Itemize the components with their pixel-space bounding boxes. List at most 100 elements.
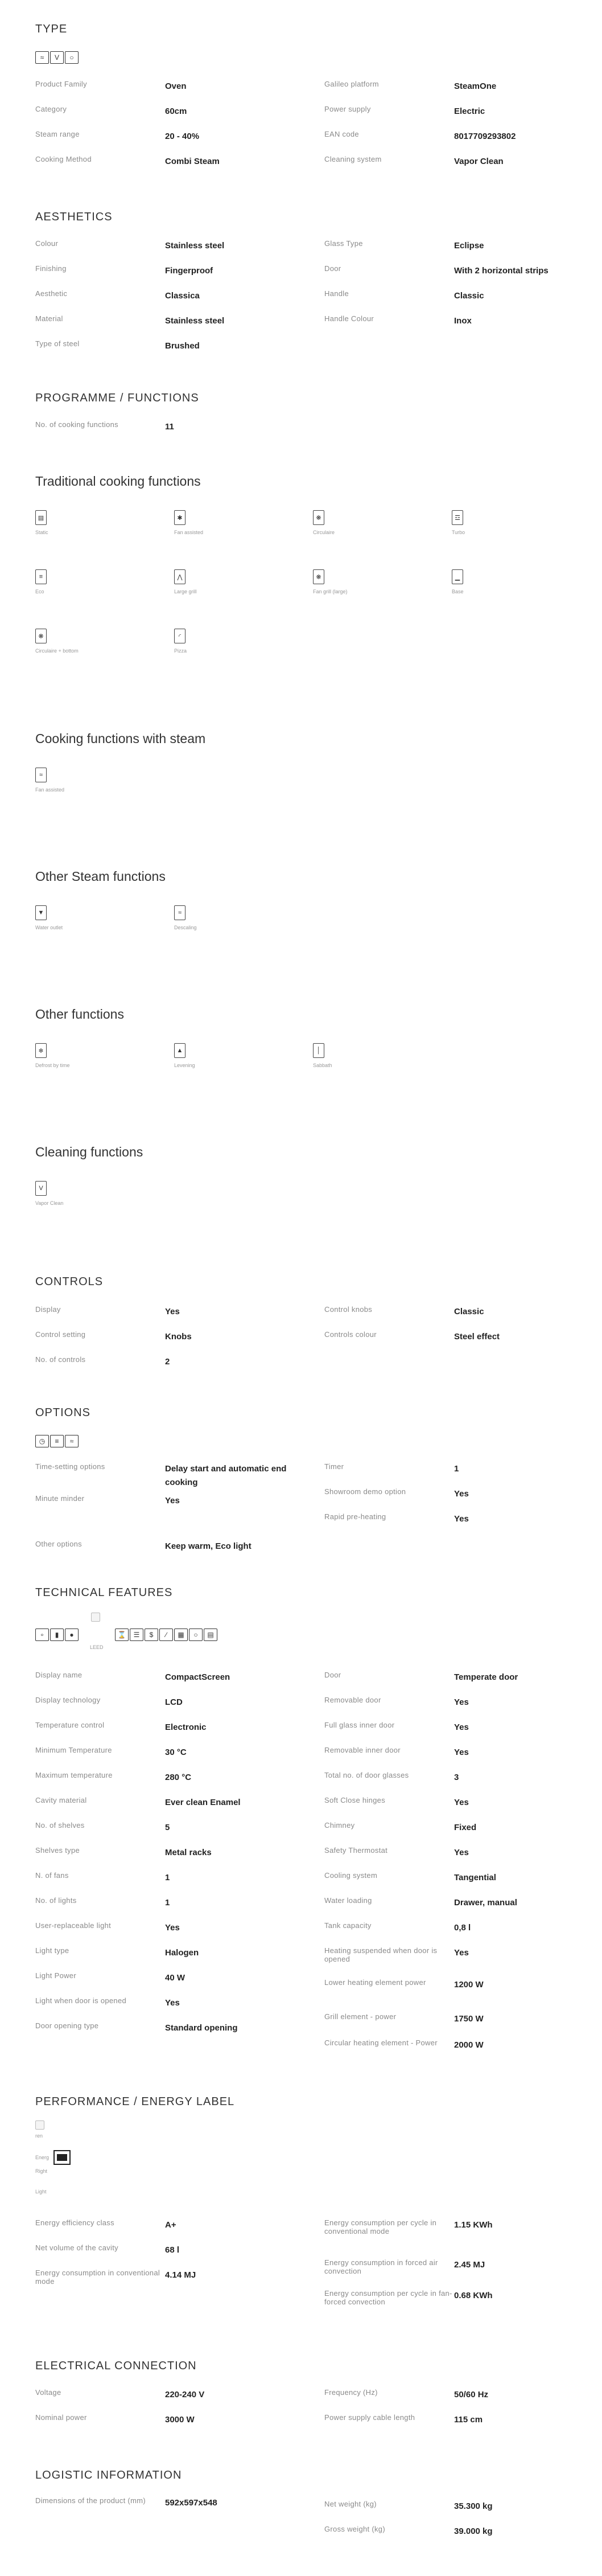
spec-row: EAN code 8017709293802 <box>324 130 516 141</box>
spec-row: Time-setting options Delay start and auto… <box>35 1462 287 1487</box>
pizza-icon: ◜ <box>174 629 185 643</box>
section-title-traditional: Traditional cooking functions <box>35 474 201 489</box>
circulaire-bottom-icon: ❋ <box>35 629 47 643</box>
spec-row: Power supply Electric <box>324 105 485 116</box>
spec-row: Finishing Fingerproof <box>35 264 213 276</box>
section-title-aesthetics: AESTHETICS <box>35 211 113 223</box>
spec-row: Other options Keep warm, Eco light <box>35 1540 251 1551</box>
temperature-icon: ∘ <box>35 1629 49 1641</box>
eclipse-icon: ○ <box>65 51 79 64</box>
spec-row: Light when door is opened Yes <box>35 1996 180 2008</box>
spec-row: Display technology LCD <box>35 1696 183 1707</box>
fan-assisted-icon: ✱ <box>174 510 185 525</box>
spec-row: Cavity material Ever clean Enamel <box>35 1796 241 1807</box>
spec-row: No. of cooking functions 11 <box>35 420 174 432</box>
spec-row: Minute minder Yes <box>35 1494 180 1506</box>
image-caption: LEED <box>90 1644 104 1650</box>
function-item: ◜ Pizza <box>174 629 288 654</box>
function-item: ▼ Water outlet <box>35 905 149 930</box>
spec-row: Handle Colour Inox <box>324 314 472 326</box>
function-item: ❄ Defrost by time <box>35 1043 149 1068</box>
spec-row: Display Yes <box>35 1305 180 1316</box>
spec-row: Energy consumption in conventional mode 4… <box>35 2269 196 2286</box>
spec-row: Cooking Method Combi Steam <box>35 155 220 166</box>
spec-row: User-replaceable light Yes <box>35 1921 180 1933</box>
function-item: ❋ Circulaire <box>313 510 427 535</box>
options-icon-row: ◷ ≡ ≈ <box>35 1435 79 1447</box>
spec-row: Heating suspended when door is opened Yes <box>324 1946 469 1963</box>
steam-icon: ≈ <box>35 51 49 64</box>
section-title-technical: TECHNICAL FEATURES <box>35 1586 173 1599</box>
spec-row: Product Family Oven <box>35 80 187 91</box>
spec-row: Grill element - power 1750 W <box>324 2012 484 2024</box>
spec-row: Maximum temperature 280 °C <box>35 1771 192 1782</box>
spec-row: Handle Classic <box>324 289 484 301</box>
spec-row: Temperature control Electronic <box>35 1721 207 1732</box>
spec-row: Cooling system Tangential <box>324 1871 496 1882</box>
spec-row: Showroom demo option Yes <box>324 1487 469 1499</box>
function-item: ▁ Base <box>452 569 566 594</box>
timer-icon: ◷ <box>35 1435 49 1447</box>
base-icon: ▁ <box>452 569 463 584</box>
spec-row: Energy consumption per cycle in conventi… <box>324 2218 493 2235</box>
eco-icon: ≡ <box>35 569 47 584</box>
spec-row: Glass Type Eclipse <box>324 239 484 251</box>
lcd-icon: ▦ <box>174 1629 188 1641</box>
spec-row: Frequency (Hz) 50/60 Hz <box>324 2388 489 2399</box>
section-title-type: TYPE <box>35 23 68 35</box>
handle-icon: ▤ <box>204 1629 217 1641</box>
spec-row: No. of lights 1 <box>35 1896 170 1908</box>
vapor-clean-icon: V <box>35 1181 47 1196</box>
spec-row: Removable inner door Yes <box>324 1746 469 1757</box>
spec-row: Tank capacity 0,8 l <box>324 1921 471 1933</box>
spec-row: Control knobs Classic <box>324 1305 484 1316</box>
showroom-icon: ≡ <box>50 1435 64 1447</box>
hinges-icon: ∕ <box>159 1629 173 1641</box>
vapor-clean-icon: V <box>50 51 64 64</box>
turbo-icon: ☲ <box>452 510 463 525</box>
large-grill-icon: ⋀ <box>174 569 185 584</box>
fan-icon: $ <box>145 1629 158 1641</box>
function-item: ☲ Turbo <box>452 510 566 535</box>
spec-row: Soft Close hinges Yes <box>324 1796 469 1807</box>
function-item: ⋀ Large grill <box>174 569 288 594</box>
spec-row: Galileo platform SteamOne <box>324 80 497 91</box>
cavity-icon: ○ <box>189 1629 203 1641</box>
section-title-performance: PERFORMANCE / ENERGY LABEL <box>35 2095 235 2108</box>
spec-row: Door Temperate door <box>324 1671 518 1682</box>
spec-row: Rapid pre-heating Yes <box>324 1512 469 1524</box>
energy-label-caption: Energ <box>35 2155 50 2160</box>
function-item: V Vapor Clean <box>35 1181 149 1206</box>
spec-row: Chimney Fixed <box>324 1821 477 1832</box>
spec-row: Timer 1 <box>324 1462 459 1474</box>
function-item: ❋ Circulaire + bottom <box>35 629 149 654</box>
spec-row: Steam range 20 - 40% <box>35 130 200 141</box>
light-caption: Light <box>35 2189 47 2194</box>
static-icon: ▤ <box>35 510 47 525</box>
spec-row: Type of steel Brushed <box>35 339 200 351</box>
section-title-steam: Cooking functions with steam <box>35 731 206 746</box>
water-outlet-icon: ▼ <box>35 905 47 920</box>
function-item: ▲ Levening <box>174 1043 288 1068</box>
function-item: ❋ Fan grill (large) <box>313 569 427 594</box>
spec-row: Controls colour Steel effect <box>324 1330 500 1342</box>
circulaire-icon: ❋ <box>313 510 324 525</box>
section-title-options: OPTIONS <box>35 1406 91 1419</box>
section-title-electrical: ELECTRICAL CONNECTION <box>35 2360 197 2372</box>
spec-row: Display name CompactScreen <box>35 1671 230 1682</box>
function-item: ✱ Fan assisted <box>174 510 288 535</box>
spec-row: Gross weight (kg) 39.000 kg <box>324 2525 493 2536</box>
function-item: ≈ Descaling <box>174 905 288 930</box>
spec-row: N. of fans 1 <box>35 1871 170 1882</box>
spec-row: Total no. of door glasses 3 <box>324 1771 459 1782</box>
image-caption: ren <box>35 2133 43 2139</box>
section-title-logistic: LOGISTIC INFORMATION <box>35 2469 182 2481</box>
spec-row: Energy consumption per cycle in fan-forc… <box>324 2289 493 2306</box>
technical-icon-row: ∘ ▮ ● ⌛ ☰ $ ∕ ▦ ○ ▤ <box>35 1629 217 1641</box>
spec-row: Full glass inner door Yes <box>324 1721 469 1732</box>
broken-image-icon <box>35 2120 44 2130</box>
spec-row: Energy efficiency class A+ <box>35 2218 176 2230</box>
type-icon-row: ≈ V ○ <box>35 51 79 64</box>
spec-row: Energy consumption in forced air convect… <box>324 2258 485 2275</box>
spec-row: Minimum Temperature 30 °C <box>35 1746 187 1757</box>
